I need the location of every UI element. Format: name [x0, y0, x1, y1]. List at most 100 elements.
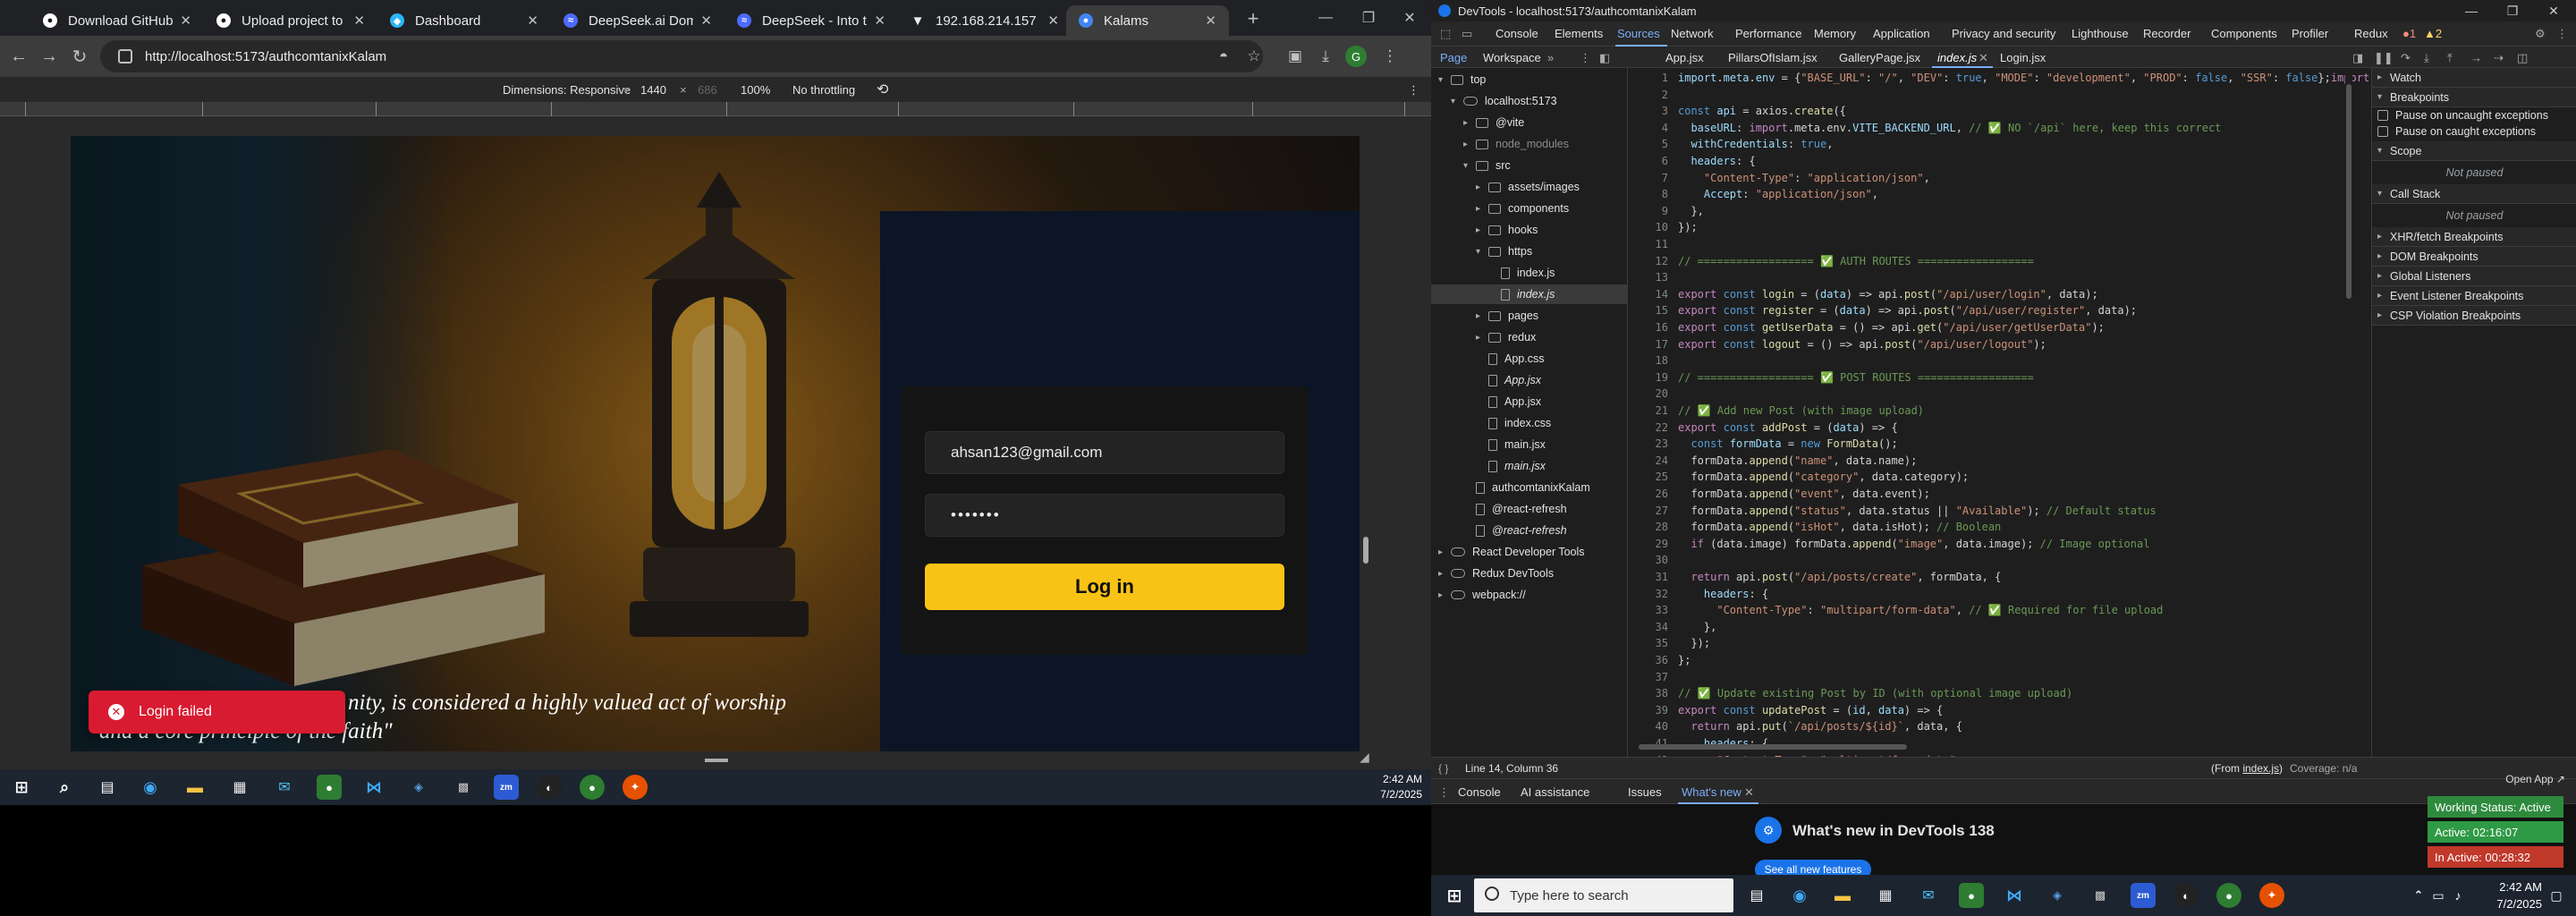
horizontal-scroll-thumb[interactable]: [1639, 744, 1907, 750]
file-tab-pillars[interactable]: PillarsOfIslam.jsx: [1728, 51, 1818, 64]
tab-profiler[interactable]: Profiler: [2292, 27, 2328, 40]
devtools-menu-icon[interactable]: ⋮: [2556, 27, 2568, 41]
more-tabs-icon[interactable]: »: [1547, 51, 1554, 64]
tree-item[interactable]: @react-refresh: [1431, 521, 1628, 540]
line-number[interactable]: 12: [1629, 255, 1668, 267]
drawer-tab-ai[interactable]: AI assistance: [1521, 785, 1589, 799]
new-tab-button[interactable]: +: [1240, 5, 1267, 32]
close-file-tab-icon[interactable]: ✕: [1979, 51, 1988, 65]
tab-redux[interactable]: Redux: [2354, 27, 2388, 40]
tree-item[interactable]: ▸ components: [1431, 199, 1628, 218]
search-icon[interactable]: ⌕: [52, 775, 77, 800]
tree-item[interactable]: ▸ redux: [1431, 327, 1628, 347]
format-icon[interactable]: { }: [1438, 762, 1448, 775]
line-number[interactable]: 10: [1629, 221, 1668, 233]
line-number[interactable]: 26: [1629, 488, 1668, 500]
tree-item[interactable]: @react-refresh: [1431, 499, 1628, 519]
search-input[interactable]: Type here to search: [1474, 878, 1733, 912]
tree-item[interactable]: ▾ src: [1431, 156, 1628, 175]
app-icon[interactable]: ▩: [2088, 883, 2113, 908]
line-number[interactable]: 39: [1629, 704, 1668, 717]
maximize-icon[interactable]: ❐: [1351, 4, 1386, 32]
pause-uncaught-checkbox[interactable]: Pause on uncaught exceptions: [2372, 107, 2576, 123]
line-number[interactable]: 36: [1629, 654, 1668, 666]
line-number[interactable]: 24: [1629, 454, 1668, 467]
step-icon[interactable]: →: [2470, 51, 2482, 64]
tab-privacy-security[interactable]: Privacy and security: [1952, 27, 2055, 40]
line-number[interactable]: 33: [1629, 604, 1668, 616]
line-number[interactable]: 31: [1629, 571, 1668, 583]
line-number[interactable]: 11: [1629, 238, 1668, 250]
edge-icon[interactable]: ◉: [1787, 883, 1812, 908]
tab-performance[interactable]: Performance: [1735, 27, 1801, 40]
tab-application[interactable]: Application: [1873, 27, 1930, 40]
pause-caught-checkbox[interactable]: Pause on caught exceptions: [2372, 123, 2576, 140]
step-over-icon[interactable]: ↷: [2401, 51, 2411, 65]
postman-icon[interactable]: ✦: [2259, 883, 2284, 908]
maximize-icon[interactable]: ❐: [2492, 0, 2533, 21]
clock[interactable]: 2:42 AM 7/2/2025: [1380, 772, 1422, 802]
tree-item[interactable]: App.jsx: [1431, 370, 1628, 390]
line-number[interactable]: 30: [1629, 554, 1668, 566]
call-stack-section[interactable]: ▾ Call Stack: [2372, 184, 2576, 204]
forward-icon[interactable]: →: [36, 43, 63, 70]
tab-deepseek-domain[interactable]: ≈ DeepSeek.ai Domain F ✕: [551, 5, 724, 36]
line-number[interactable]: 40: [1629, 720, 1668, 733]
throttling-dropdown[interactable]: No throttling: [792, 83, 855, 97]
line-number[interactable]: 34: [1629, 621, 1668, 633]
line-number[interactable]: 21: [1629, 404, 1668, 417]
warning-count-badge[interactable]: ▲2: [2424, 27, 2442, 40]
tab-memory[interactable]: Memory: [1814, 27, 1856, 40]
app-icon[interactable]: ◐: [2174, 883, 2199, 908]
mail-icon[interactable]: ✉: [1916, 883, 1941, 908]
global-listeners-section[interactable]: ▸ Global Listeners: [2372, 267, 2576, 286]
tree-item[interactable]: main.jsx: [1431, 456, 1628, 476]
line-number[interactable]: 9: [1629, 205, 1668, 217]
address-bar[interactable]: http://localhost:5173/authcomtanixKalam: [100, 40, 1263, 72]
pause-exceptions-icon[interactable]: ◫: [2517, 51, 2528, 65]
file-tab-app[interactable]: App.jsx: [1665, 51, 1704, 64]
password-field[interactable]: •••••••: [925, 494, 1284, 537]
downloads-icon[interactable]: ⤓: [1315, 46, 1336, 67]
line-number[interactable]: 17: [1629, 338, 1668, 351]
deactivate-breakpoints-icon[interactable]: ⇢: [2494, 51, 2504, 65]
tab-elements[interactable]: Elements: [1555, 27, 1603, 40]
tab-lighthouse[interactable]: Lighthouse: [2072, 27, 2129, 40]
dimensions-dropdown[interactable]: Dimensions: Responsive: [503, 83, 631, 97]
chrome-icon[interactable]: ●: [317, 775, 342, 800]
tree-item[interactable]: ▸ hooks: [1431, 220, 1628, 240]
bookmark-star-icon[interactable]: ☆: [1243, 46, 1265, 67]
chrome-icon[interactable]: ●: [1959, 883, 1984, 908]
site-info-icon[interactable]: [118, 49, 132, 64]
line-number[interactable]: 19: [1629, 371, 1668, 384]
tree-item[interactable]: ▸ React Developer Tools: [1431, 542, 1628, 562]
line-number[interactable]: 28: [1629, 521, 1668, 533]
open-app-link[interactable]: Open App ↗: [2428, 773, 2571, 789]
editor-scrollbar[interactable]: [2345, 68, 2352, 784]
tree-item[interactable]: ▸ Redux DevTools: [1431, 564, 1628, 583]
line-number[interactable]: 4: [1629, 122, 1668, 134]
drawer-tab-console[interactable]: Console: [1458, 785, 1501, 799]
tab-components[interactable]: Components: [2211, 27, 2277, 40]
checkbox[interactable]: [2377, 110, 2388, 121]
tree-item[interactable]: App.jsx: [1431, 392, 1628, 411]
email-field[interactable]: ahsan123@gmail.com: [925, 431, 1284, 474]
back-icon[interactable]: ←: [5, 43, 32, 70]
code-editor[interactable]: 1 2 3 4 5 6 7 8 9 10 11 12 13 14 15 16 17 18 19 20 21 22 23 24 2…: [1629, 68, 2409, 800]
chrome-icon[interactable]: ●: [2216, 883, 2241, 908]
tab-dashboard[interactable]: ◆ Dashboard ✕: [377, 5, 551, 36]
tab-deepseek[interactable]: ≈ DeepSeek - Into the U ✕: [724, 5, 898, 36]
line-number[interactable]: 32: [1629, 588, 1668, 600]
drawer-tab-whats-new[interactable]: What's new: [1682, 785, 1741, 799]
drawer-tab-issues[interactable]: Issues: [1628, 785, 1662, 799]
xhr-breakpoints-section[interactable]: ▸ XHR/fetch Breakpoints: [2372, 227, 2576, 247]
zoom-icon[interactable]: zm: [494, 775, 519, 800]
watch-section[interactable]: ▸ Watch: [2372, 68, 2576, 88]
settings-gear-icon[interactable]: ⚙: [2535, 27, 2546, 41]
device-toolbar-icon[interactable]: ▭: [1462, 27, 1472, 41]
tree-item[interactable]: index.js: [1431, 284, 1628, 304]
tree-item[interactable]: ▸ webpack://: [1431, 585, 1628, 605]
file-tab-index[interactable]: index.js: [1937, 51, 1977, 64]
close-tab-icon[interactable]: ✕: [527, 13, 538, 29]
tab-recorder[interactable]: Recorder: [2143, 27, 2190, 40]
